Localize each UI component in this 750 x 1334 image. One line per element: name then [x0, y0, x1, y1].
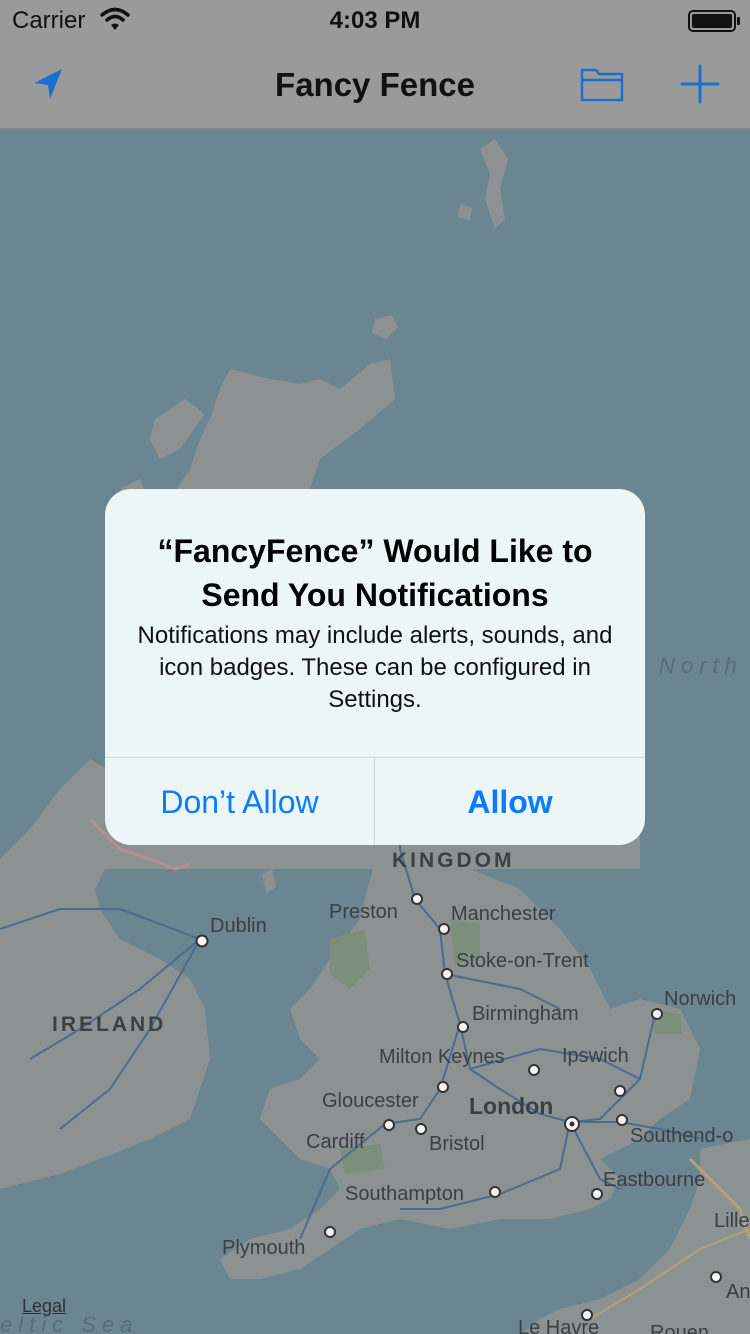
map-label-london: London [469, 1093, 554, 1119]
alert-button-row: Don’t Allow Allow [105, 757, 645, 845]
map-label-dublin: Dublin [210, 915, 267, 937]
status-bar: Carrier 4:03 PM [0, 0, 750, 40]
map-label-ireland: IRELAND [52, 1013, 167, 1036]
map-label-ipswich: Ipswich [562, 1045, 629, 1067]
map-label-cardiff: Cardiff [306, 1131, 365, 1153]
map-label-plymouth: Plymouth [222, 1237, 306, 1259]
map-label-lille: Lille [714, 1210, 750, 1232]
page-title: Fancy Fence [275, 66, 475, 103]
map-label-gloucester: Gloucester [322, 1090, 419, 1112]
alert-title: “FancyFence” Would Like to Send You Noti… [157, 533, 593, 613]
map-label-birmingham: Birmingham [472, 1003, 579, 1025]
clock: 4:03 PM [329, 7, 421, 34]
notification-permission-alert: “FancyFence” Would Like to Send You Noti… [105, 489, 645, 845]
map-label-north-sea: North [659, 653, 743, 678]
map-label-southend: Southend-o [630, 1125, 734, 1147]
folder-icon[interactable] [578, 60, 626, 108]
map-label-preston: Preston [329, 901, 398, 923]
plus-icon[interactable] [676, 60, 724, 108]
map-label-stoke: Stoke-on-Trent [456, 950, 589, 972]
map-label-bristol: Bristol [429, 1133, 485, 1155]
map-label-le-havre: Le Havre [518, 1317, 600, 1334]
map-label-eastbourne: Eastbourne [603, 1169, 706, 1191]
allow-button[interactable]: Allow [375, 758, 645, 845]
dont-allow-button[interactable]: Don’t Allow [105, 758, 375, 845]
legal-link[interactable]: Legal [22, 1296, 66, 1317]
map-label-rouen: Rouen [650, 1322, 709, 1334]
map-label-norwich: Norwich [664, 988, 737, 1010]
map-label-manchester: Manchester [451, 903, 556, 925]
battery-icon [688, 10, 740, 32]
map-label-celtic-sea: eltic Sea [0, 1312, 139, 1334]
map-label-kingdom: KINGDOM [392, 849, 515, 872]
map-label-milton-keynes: Milton Keynes [379, 1046, 505, 1068]
navigation-bar: Fancy Fence [0, 40, 750, 129]
map-label-southampton: Southampton [345, 1183, 464, 1205]
map-label-amiens: An [726, 1281, 750, 1303]
alert-message: Notifications may include alerts, sounds… [137, 622, 613, 713]
